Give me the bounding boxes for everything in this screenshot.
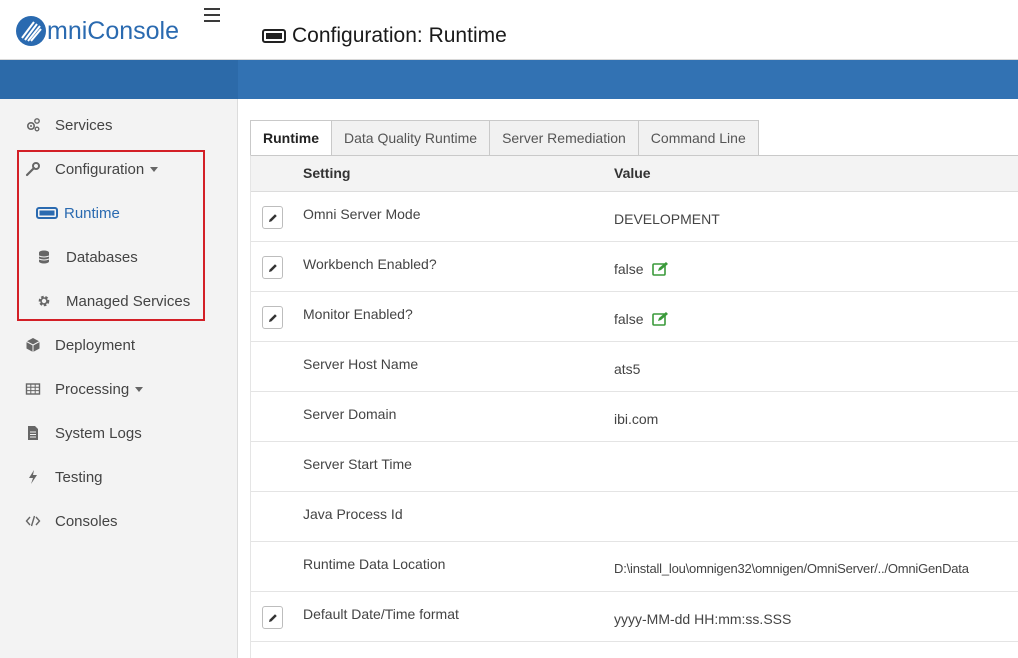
tab-runtime[interactable]: Runtime xyxy=(250,120,332,155)
sidebar-item-label: Testing xyxy=(55,468,103,486)
table-icon xyxy=(25,381,41,397)
sidebar-item-label: Processing xyxy=(55,380,130,398)
edit-button[interactable] xyxy=(262,606,283,629)
tab-data-quality-runtime[interactable]: Data Quality Runtime xyxy=(332,120,491,155)
sidebar-item-label: Consoles xyxy=(55,512,118,530)
sidebar-item-label: Configuration xyxy=(55,160,145,178)
setting-value-text: yyyy-MM-dd HH:mm:ss.SSS xyxy=(614,611,792,627)
tab-command-line[interactable]: Command Line xyxy=(638,120,759,155)
sidebar-item-services[interactable]: Services xyxy=(25,113,113,137)
database-icon xyxy=(36,249,52,265)
setting-value-text: D:\install_lou\omnigen32\omnigen/OmniSer… xyxy=(614,561,969,576)
edit-button[interactable] xyxy=(262,206,283,229)
setting-name: Runtime Data Location xyxy=(303,556,446,572)
edit-value-icon[interactable] xyxy=(651,261,670,277)
setting-value: D:\install_lou\omnigen32\omnigen/OmniSer… xyxy=(614,561,969,576)
setting-name: Server Domain xyxy=(303,406,397,422)
monitor-icon xyxy=(36,205,58,221)
sidebar-item-label: Services xyxy=(55,116,113,134)
top-header: mniConsole Configuration: Runtime xyxy=(0,0,1018,60)
table-header: Setting Value xyxy=(251,156,1018,192)
sidebar-item-managed-services[interactable]: Managed Services xyxy=(36,289,190,313)
tab-server-remediation[interactable]: Server Remediation xyxy=(490,120,639,155)
chevron-down-icon xyxy=(135,386,144,392)
sidebar-item-label: Deployment xyxy=(55,336,136,354)
column-header-setting[interactable]: Setting xyxy=(303,165,350,181)
wrench-icon xyxy=(25,161,41,177)
menu-toggle-icon[interactable] xyxy=(204,8,220,22)
setting-value-text: false xyxy=(614,311,644,327)
logo-mark xyxy=(16,16,46,46)
setting-name: Java Process Id xyxy=(303,506,403,522)
sidebar-item-system-logs[interactable]: System Logs xyxy=(25,421,142,445)
chevron-down-icon xyxy=(150,166,159,172)
setting-value: yyyy-MM-dd HH:mm:ss.SSS xyxy=(614,611,791,627)
setting-value-text: false xyxy=(614,261,644,277)
main-content: Runtime Data Quality Runtime Server Reme… xyxy=(239,99,1018,658)
setting-value: ibi.com xyxy=(614,411,658,427)
sidebar-item-databases[interactable]: Databases xyxy=(36,245,138,269)
brand-name: mniConsole xyxy=(47,16,180,45)
sidebar-item-label: System Logs xyxy=(55,424,142,442)
sidebar-item-consoles[interactable]: Consoles xyxy=(25,509,118,533)
sidebar-item-runtime[interactable]: Runtime xyxy=(36,201,120,225)
sidebar-item-label: Runtime xyxy=(64,204,120,222)
monitor-icon xyxy=(262,29,286,43)
sidebar-item-configuration[interactable]: Configuration xyxy=(25,157,159,181)
header-band-left xyxy=(0,60,238,99)
setting-value: ats5 xyxy=(614,361,640,377)
edit-value-icon[interactable] xyxy=(651,311,670,327)
sidebar-item-deployment[interactable]: Deployment xyxy=(25,333,135,357)
table-row: Runtime Data Location D:\install_lou\omn… xyxy=(251,542,1018,592)
table-row: Java Process Id xyxy=(251,492,1018,542)
pencil-icon xyxy=(268,263,277,272)
sidebar: Services Configuration Runtime Databases… xyxy=(0,99,238,658)
setting-value-text: ats5 xyxy=(614,361,641,377)
pencil-icon xyxy=(268,613,277,622)
file-icon xyxy=(25,425,41,441)
sidebar-item-processing[interactable]: Processing xyxy=(25,377,144,401)
tab-bar: Runtime Data Quality Runtime Server Reme… xyxy=(250,120,759,155)
table-row: Monitor Enabled? false xyxy=(251,292,1018,342)
setting-name: Default Date/Time format xyxy=(303,606,459,622)
column-header-value[interactable]: Value xyxy=(614,165,651,181)
setting-value: false xyxy=(614,311,670,327)
setting-name: Monitor Enabled? xyxy=(303,306,413,322)
setting-name: Server Host Name xyxy=(303,356,419,372)
table-row: Default Date/Time format yyyy-MM-dd HH:m… xyxy=(251,592,1018,642)
table-row: Server Domain ibi.com xyxy=(251,392,1018,442)
setting-value-text: DEVELOPMENT xyxy=(614,211,720,227)
sidebar-item-label: Managed Services xyxy=(66,292,191,310)
table-row: Workbench Enabled? false xyxy=(251,242,1018,292)
setting-value: false xyxy=(614,261,670,277)
bolt-icon xyxy=(25,469,41,485)
table-row: Omni Server Mode DEVELOPMENT xyxy=(251,192,1018,242)
edit-button[interactable] xyxy=(262,306,283,329)
pencil-icon xyxy=(268,313,277,322)
app-logo[interactable]: mniConsole xyxy=(16,14,179,48)
sidebar-item-label: Databases xyxy=(66,248,138,266)
setting-name: Omni Server Mode xyxy=(303,206,421,222)
setting-value: DEVELOPMENT xyxy=(614,211,720,227)
gear-icon xyxy=(36,293,52,309)
header-band xyxy=(0,60,1018,99)
sidebar-item-testing[interactable]: Testing xyxy=(25,465,103,489)
pencil-icon xyxy=(268,213,277,222)
table-row: Server Host Name ats5 xyxy=(251,342,1018,392)
page-header: Configuration: Runtime xyxy=(262,22,507,50)
code-icon xyxy=(25,513,41,529)
table-row: Server Start Time xyxy=(251,442,1018,492)
page-title: Configuration: Runtime xyxy=(292,24,507,47)
setting-value-text: ibi.com xyxy=(614,411,659,427)
setting-name: Workbench Enabled? xyxy=(303,256,437,272)
cube-icon xyxy=(25,337,41,353)
cogs-icon xyxy=(25,117,41,133)
edit-button[interactable] xyxy=(262,256,283,279)
setting-name: Server Start Time xyxy=(303,456,412,472)
settings-table: Setting Value Omni Server Mode DEVELOPME… xyxy=(250,155,1018,658)
